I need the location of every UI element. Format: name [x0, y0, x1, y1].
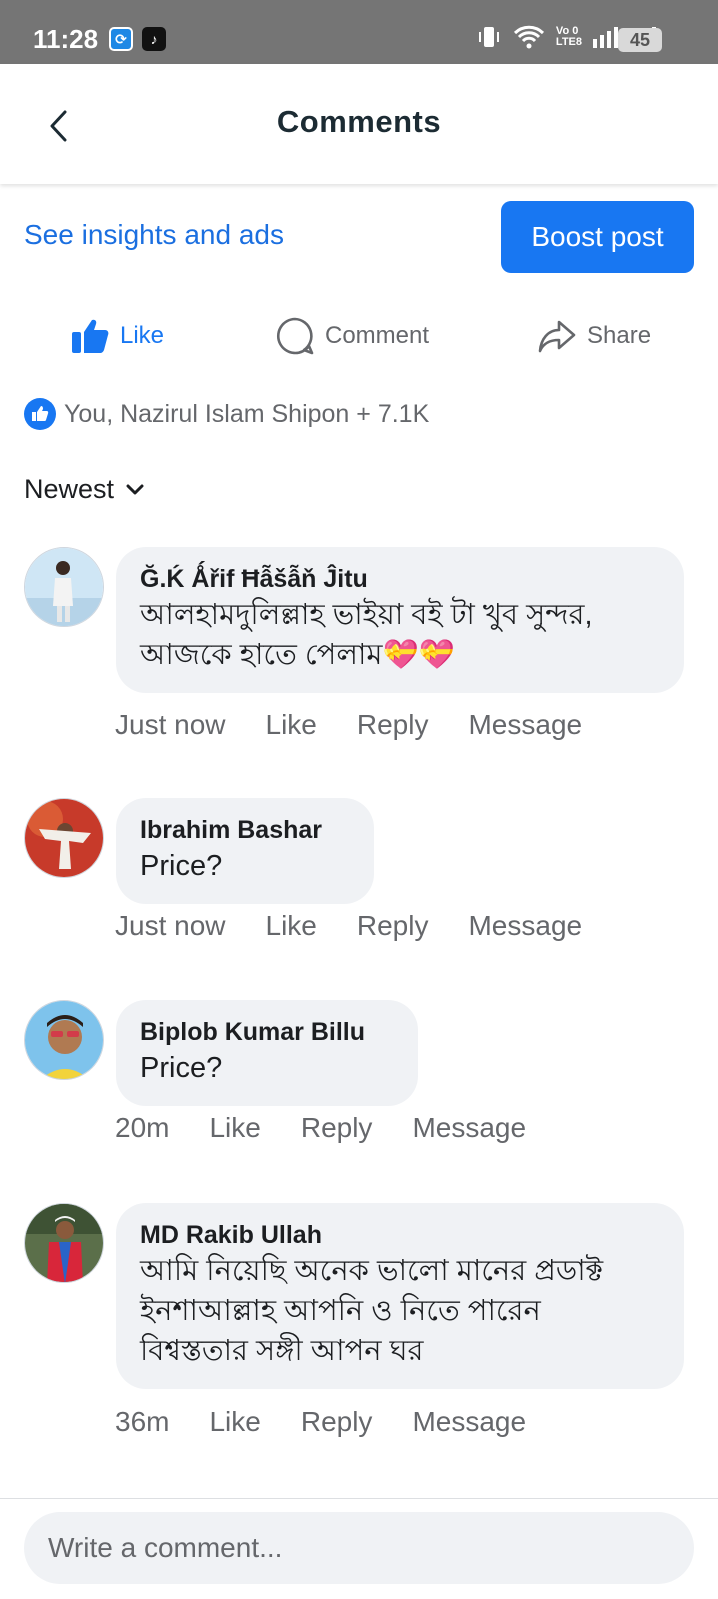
comment-time: Just now: [115, 910, 226, 941]
reactions-text: You, Nazirul Islam Shipon + 7.1K: [64, 399, 430, 428]
like-label: Like: [120, 322, 165, 349]
like-button[interactable]: Like: [70, 312, 164, 360]
commenter-name[interactable]: Ibrahim Bashar: [140, 814, 350, 846]
avatar[interactable]: [24, 798, 104, 878]
comment-bubble[interactable]: MD Rakib Ullah আমি নিয়েছি অনেক ভালো মান…: [116, 1203, 684, 1389]
avatar[interactable]: [24, 1000, 104, 1080]
top-app-bar: Comments: [0, 64, 718, 184]
comment-input[interactable]: Write a comment...: [24, 1512, 694, 1584]
comment-label: Comment: [325, 322, 430, 349]
commenter-name[interactable]: Ğ.Ḱ Ǻřif Ħẫšẫň Ĵitu: [140, 563, 660, 595]
comment-reply-button[interactable]: Reply: [357, 910, 429, 942]
thumbs-up-icon: [72, 319, 109, 353]
comment-like-button[interactable]: Like: [266, 709, 317, 741]
comment-message-button[interactable]: Message: [412, 1112, 526, 1144]
status-time: 11:28: [33, 24, 99, 54]
comment-like-button[interactable]: Like: [209, 1406, 260, 1438]
comment-bubble[interactable]: Ğ.Ḱ Ǻřif Ħẫšẫň Ĵitu আলহামদুলিল্লাহ ভাইয়…: [116, 547, 684, 693]
comment-time: Just now: [115, 709, 226, 740]
avatar[interactable]: [24, 547, 104, 627]
comment-reply-button[interactable]: Reply: [301, 1406, 373, 1438]
comment-like-button[interactable]: Like: [209, 1112, 260, 1144]
post-actions: Like Comment Share: [0, 312, 718, 360]
comment-text-line: Price?: [140, 850, 223, 882]
comment-input-placeholder: Write a comment...: [48, 1532, 283, 1563]
signal-icon: [593, 27, 618, 48]
wifi-icon: [513, 25, 544, 49]
sort-label: Newest: [24, 474, 115, 504]
comment-meta: Just now Like Reply Message: [115, 709, 582, 741]
comment-time: 36m: [115, 1406, 170, 1437]
vibrate-icon: [478, 27, 499, 47]
avatar[interactable]: [24, 1203, 104, 1283]
comment-text-line: Price?: [140, 1052, 223, 1084]
volte-indicator: Vo 0 LTE8: [555, 25, 582, 48]
see-insights-link[interactable]: See insights and ads: [24, 219, 284, 251]
comment-bubble[interactable]: Ibrahim Bashar Price?: [116, 798, 374, 904]
battery-icon: 45: [618, 28, 662, 52]
composer-divider: [0, 1498, 718, 1499]
comment-time: 20m: [115, 1112, 170, 1143]
comment-reply-button[interactable]: Reply: [301, 1112, 373, 1144]
comment-meta: 36m Like Reply Message: [115, 1406, 526, 1438]
share-arrow-icon: [538, 320, 576, 353]
commenter-name[interactable]: Biplob Kumar Billu: [140, 1016, 394, 1048]
comment-text-line: আজকে হাতে পেলাম💝💝: [140, 639, 455, 671]
status-bar: 11:28 ⟳ ♪ Vo 0 LTE8 45: [0, 0, 718, 64]
comment-like-button[interactable]: Like: [266, 910, 317, 942]
chevron-down-icon: [126, 484, 144, 494]
comment-bubble-icon: [276, 317, 314, 355]
share-button[interactable]: Share: [537, 312, 651, 360]
comment-reply-button[interactable]: Reply: [357, 709, 429, 741]
boost-post-button[interactable]: Boost post: [501, 201, 694, 273]
comment-button[interactable]: Comment: [275, 312, 718, 360]
page-title: Comments: [276, 104, 442, 139]
like-reaction-icon: [24, 398, 56, 430]
app-notification-icon: ⟳: [109, 27, 133, 51]
comment-text-line: বিশ্বস্ততার সঙ্গী আপন ঘর: [140, 1335, 424, 1367]
tiktok-icon: ♪: [142, 27, 166, 51]
comment-bubble[interactable]: Biplob Kumar Billu Price?: [116, 1000, 418, 1106]
sort-dropdown[interactable]: Newest: [24, 474, 144, 505]
comment-text-line: ইনশাআল্লাহ আপনি ও নিতে পারেন: [140, 1295, 541, 1327]
comment-meta: 20m Like Reply Message: [115, 1112, 526, 1144]
comment-message-button[interactable]: Message: [412, 1406, 526, 1438]
reactions-summary[interactable]: You, Nazirul Islam Shipon + 7.1K: [24, 398, 429, 430]
comment-message-button[interactable]: Message: [468, 709, 582, 741]
comment-text-line: আমি নিয়েছি অনেক ভালো মানের প্রডাক্ট: [140, 1255, 604, 1287]
comment-meta: Just now Like Reply Message: [115, 910, 582, 942]
comment-text-line: আলহামদুলিল্লাহ ভাইয়া বই টা খুব সুন্দর,: [140, 599, 593, 631]
commenter-name[interactable]: MD Rakib Ullah: [140, 1219, 660, 1251]
share-label: Share: [587, 322, 652, 349]
comment-message-button[interactable]: Message: [468, 910, 582, 942]
